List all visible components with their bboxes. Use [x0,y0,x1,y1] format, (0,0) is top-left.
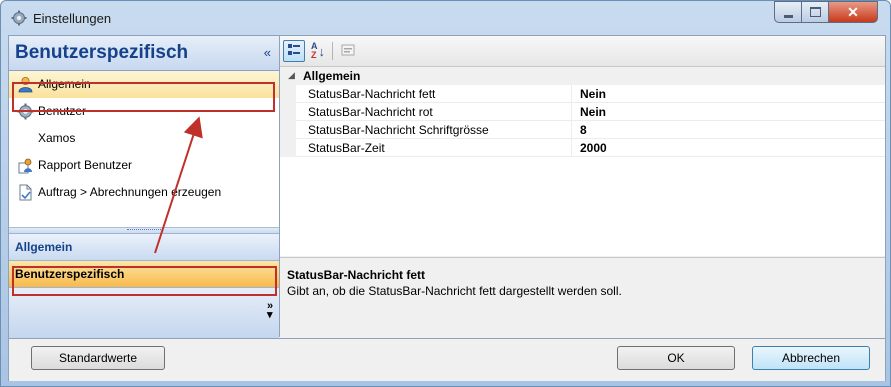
row-gutter [280,139,296,157]
nav-header: Benutzerspezifisch « [9,36,279,71]
nav-item-xamos[interactable]: Xamos [9,125,279,152]
overflow-chevron-icon[interactable]: » ▾ [267,301,273,321]
property-row[interactable]: StatusBar-Nachricht Schriftgrösse 8 [280,121,885,139]
button-bar: Standardwerte OK Abbrechen [9,338,885,381]
property-value[interactable]: Nein [580,87,606,101]
nav-item-label: Xamos [38,131,76,145]
maximize-icon [809,7,821,17]
window-title: Einstellungen [33,11,112,26]
toolbar-separator [332,42,333,60]
group-button-allgemein[interactable]: Allgemein [9,233,279,260]
column-divider [571,139,572,157]
property-pages-icon [341,43,355,60]
minimize-icon [783,14,793,18]
property-name: StatusBar-Nachricht rot [308,105,433,119]
nav-item-label: Rapport Benutzer [38,158,133,172]
group-button-label: Allgemein [15,240,73,254]
category-row[interactable]: ◢ Allgemein [280,67,885,85]
row-gutter [280,121,296,139]
property-name: StatusBar-Zeit [308,141,385,155]
row-divider [296,156,885,157]
minimize-button[interactable] [774,1,802,23]
report-icon [17,157,34,174]
property-row[interactable]: StatusBar-Nachricht fett Nein [280,85,885,103]
property-pages-button[interactable] [337,40,359,62]
nav-item-auftrag-abrechnungen[interactable]: Auftrag > Abrechnungen erzeugen [9,179,279,206]
title-bar[interactable]: Einstellungen ✕ [1,1,890,35]
property-value[interactable]: 8 [580,123,587,137]
property-list: ◢ Allgemein StatusBar-Nachricht fett Nei… [280,67,885,256]
property-value[interactable]: Nein [580,105,606,119]
annotation-highlight-benutzerspezifisch [12,266,277,296]
nav-item-rapport-benutzer[interactable]: Rapport Benutzer [9,152,279,179]
ok-button[interactable]: OK [617,346,735,370]
help-panel: StatusBar-Nachricht fett Gibt an, ob die… [280,257,885,338]
document-icon [17,184,34,201]
collapse-pane-icon[interactable]: « [264,45,271,60]
categorized-icon [287,43,301,60]
property-row[interactable]: StatusBar-Nachricht rot Nein [280,103,885,121]
property-value[interactable]: 2000 [580,141,607,155]
cancel-button[interactable]: Abbrechen [752,346,870,370]
property-name: StatusBar-Nachricht Schriftgrösse [308,123,489,137]
categorized-button[interactable] [283,40,305,62]
close-button[interactable]: ✕ [828,1,878,23]
help-title: StatusBar-Nachricht fett [287,268,426,282]
nav-item-label: Auftrag > Abrechnungen erzeugen [38,185,222,199]
sort-az-icon: A Z ↓ [311,41,325,60]
splitter-grip-icon [127,229,161,232]
alphabetical-button[interactable]: A Z ↓ [307,40,329,62]
column-divider [571,103,572,121]
nav-header-title: Benutzerspezifisch [15,42,189,63]
maximize-button[interactable] [801,1,829,23]
collapse-triangle-icon[interactable]: ◢ [288,70,295,81]
category-label: Allgemein [303,69,361,83]
gear-icon [11,10,27,26]
row-gutter [280,103,296,121]
property-grid-toolbar: A Z ↓ [280,36,885,67]
annotation-highlight-allgemein [12,82,275,112]
column-divider [571,85,572,103]
property-grid: A Z ↓ ◢ Allgemein StatusBar-Nachricht fe… [280,36,885,338]
settings-window: Einstellungen ✕ Benutzerspezifisch « All… [0,0,891,387]
defaults-button[interactable]: Standardwerte [31,346,165,370]
property-row[interactable]: StatusBar-Zeit 2000 [280,139,885,157]
column-divider [571,121,572,139]
property-name: StatusBar-Nachricht fett [308,87,436,101]
row-gutter [280,85,296,103]
close-icon: ✕ [847,3,859,20]
help-description: Gibt an, ob die StatusBar-Nachricht fett… [287,284,622,298]
